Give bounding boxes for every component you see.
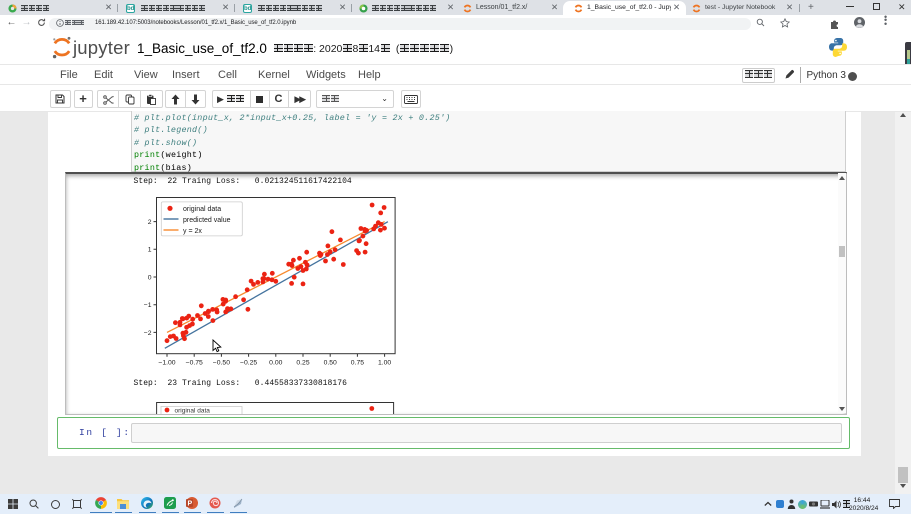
svg-text:1.00: 1.00 — [378, 360, 391, 367]
svg-text:y = 2x: y = 2x — [183, 228, 202, 235]
svg-text:−0.50: −0.50 — [213, 360, 230, 367]
svg-text:2: 2 — [148, 219, 152, 226]
svg-text:0.25: 0.25 — [296, 360, 309, 367]
svg-text:−1.00: −1.00 — [158, 360, 175, 367]
svg-text:P: P — [188, 501, 193, 508]
svg-text:1: 1 — [148, 247, 152, 254]
svg-text:−0.75: −0.75 — [186, 360, 203, 367]
svg-text:−2: −2 — [144, 330, 152, 337]
svg-text:0.75: 0.75 — [351, 360, 364, 367]
svg-text:original data: original data — [183, 206, 221, 213]
svg-text:0.00: 0.00 — [269, 360, 282, 367]
svg-text:−0.25: −0.25 — [240, 360, 257, 367]
svg-text:original data: original data — [175, 408, 211, 414]
svg-text:0: 0 — [148, 274, 152, 281]
svg-text:0.50: 0.50 — [324, 360, 337, 367]
svg-text:predicted value: predicted value — [183, 217, 231, 224]
svg-text:−1: −1 — [144, 302, 152, 309]
